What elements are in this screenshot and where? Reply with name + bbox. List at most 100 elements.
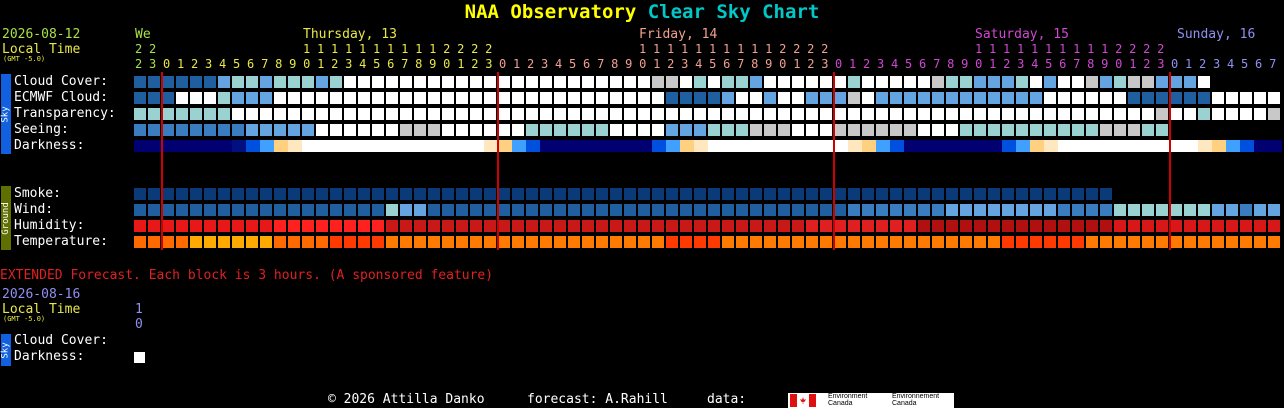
- transparency-block: [1016, 108, 1028, 120]
- darkness-block: [1226, 140, 1240, 152]
- temperature-block: [456, 236, 468, 248]
- darkness-block: [694, 140, 708, 152]
- darkness-block: [1114, 140, 1128, 152]
- smoke-block: [1002, 188, 1014, 200]
- transparency-block: [1086, 108, 1098, 120]
- extended-note: EXTENDED Forecast. Each block is 3 hours…: [0, 268, 494, 283]
- transparency-block: [918, 108, 930, 120]
- cloud-cover-block: [1072, 76, 1084, 88]
- transparency-block: [316, 108, 328, 120]
- transparency-block: [204, 108, 216, 120]
- transparency-block: [624, 108, 636, 120]
- temperature-block: [764, 236, 776, 248]
- temperature-block: [638, 236, 650, 248]
- seeing-block: [204, 124, 216, 136]
- ecmwf-cloud-block: [680, 92, 692, 104]
- wind-block: [806, 204, 818, 216]
- transparency-block: [162, 108, 174, 120]
- darkness-block: [162, 140, 176, 152]
- temperature-block: [974, 236, 986, 248]
- darkness-block: [568, 140, 582, 152]
- transparency-block: [512, 108, 524, 120]
- transparency-block: [1030, 108, 1042, 120]
- ecmwf-cloud-block: [820, 92, 832, 104]
- wind-block: [582, 204, 594, 216]
- ecmwf-cloud-block: [148, 92, 160, 104]
- wind-block: [834, 204, 846, 216]
- transparency-block: [694, 108, 706, 120]
- smoke-block: [204, 188, 216, 200]
- seeing-block: [1002, 124, 1014, 136]
- smoke-block: [988, 188, 1000, 200]
- seeing-block: [260, 124, 272, 136]
- seeing-block: [148, 124, 160, 136]
- humidity-block: [1184, 220, 1196, 232]
- cloud-cover-block: [960, 76, 972, 88]
- transparency-block: [330, 108, 342, 120]
- temperature-block: [512, 236, 524, 248]
- humidity-block: [778, 220, 790, 232]
- wind-block: [918, 204, 930, 216]
- seeing-block: [162, 124, 174, 136]
- temperature-block: [946, 236, 958, 248]
- seeing-block: [1086, 124, 1098, 136]
- environment-canada-logo[interactable]: Environment Canada Environnement Canada: [788, 393, 954, 408]
- wind-block: [274, 204, 286, 216]
- smoke-block: [414, 188, 426, 200]
- temperature-block: [932, 236, 944, 248]
- seeing-block: [456, 124, 468, 136]
- humidity-block: [1030, 220, 1042, 232]
- transparency-block: [1058, 108, 1070, 120]
- temperature-block: [148, 236, 160, 248]
- seeing-block: [568, 124, 580, 136]
- wind-block: [596, 204, 608, 216]
- humidity-block: [540, 220, 552, 232]
- midnight-line: [1169, 72, 1171, 250]
- transparency-block: [1142, 108, 1154, 120]
- humidity-block: [596, 220, 608, 232]
- humidity-block: [582, 220, 594, 232]
- darkness-block: [484, 140, 498, 152]
- humidity-block: [568, 220, 580, 232]
- darkness-block: [190, 140, 204, 152]
- darkness-block: [204, 140, 218, 152]
- wind-block: [1240, 204, 1252, 216]
- humidity-block: [624, 220, 636, 232]
- darkness-block: [554, 140, 568, 152]
- seeing-block: [848, 124, 860, 136]
- transparency-block: [932, 108, 944, 120]
- seeing-block: [134, 124, 146, 136]
- smoke-block: [764, 188, 776, 200]
- darkness-block: [792, 140, 806, 152]
- smoke-block: [918, 188, 930, 200]
- cloud-cover-block: [610, 76, 622, 88]
- darkness-block: [540, 140, 554, 152]
- seeing-block: [1044, 124, 1056, 136]
- extended-label-darkness: Darkness:: [14, 349, 85, 364]
- smoke-block: [372, 188, 384, 200]
- seeing-block: [330, 124, 342, 136]
- darkness-block: [1016, 140, 1030, 152]
- temperature-block: [694, 236, 706, 248]
- temperature-block: [1170, 236, 1182, 248]
- cloud-cover-block: [1198, 76, 1210, 88]
- smoke-block: [484, 188, 496, 200]
- darkness-block: [974, 140, 988, 152]
- cloud-cover-block: [904, 76, 916, 88]
- smoke-block: [456, 188, 468, 200]
- wind-block: [960, 204, 972, 216]
- humidity-block: [176, 220, 188, 232]
- wind-block: [1142, 204, 1154, 216]
- seeing-block: [274, 124, 286, 136]
- transparency-block: [1002, 108, 1014, 120]
- ecmwf-cloud-block: [708, 92, 720, 104]
- temperature-block: [862, 236, 874, 248]
- ecmwf-cloud-block: [1240, 92, 1252, 104]
- seeing-block: [792, 124, 804, 136]
- humidity-block: [946, 220, 958, 232]
- extended-hour-tens: 1: [135, 302, 143, 317]
- wind-block: [232, 204, 244, 216]
- humidity-block: [302, 220, 314, 232]
- ecmwf-cloud-block: [526, 92, 538, 104]
- midnight-line: [497, 72, 499, 250]
